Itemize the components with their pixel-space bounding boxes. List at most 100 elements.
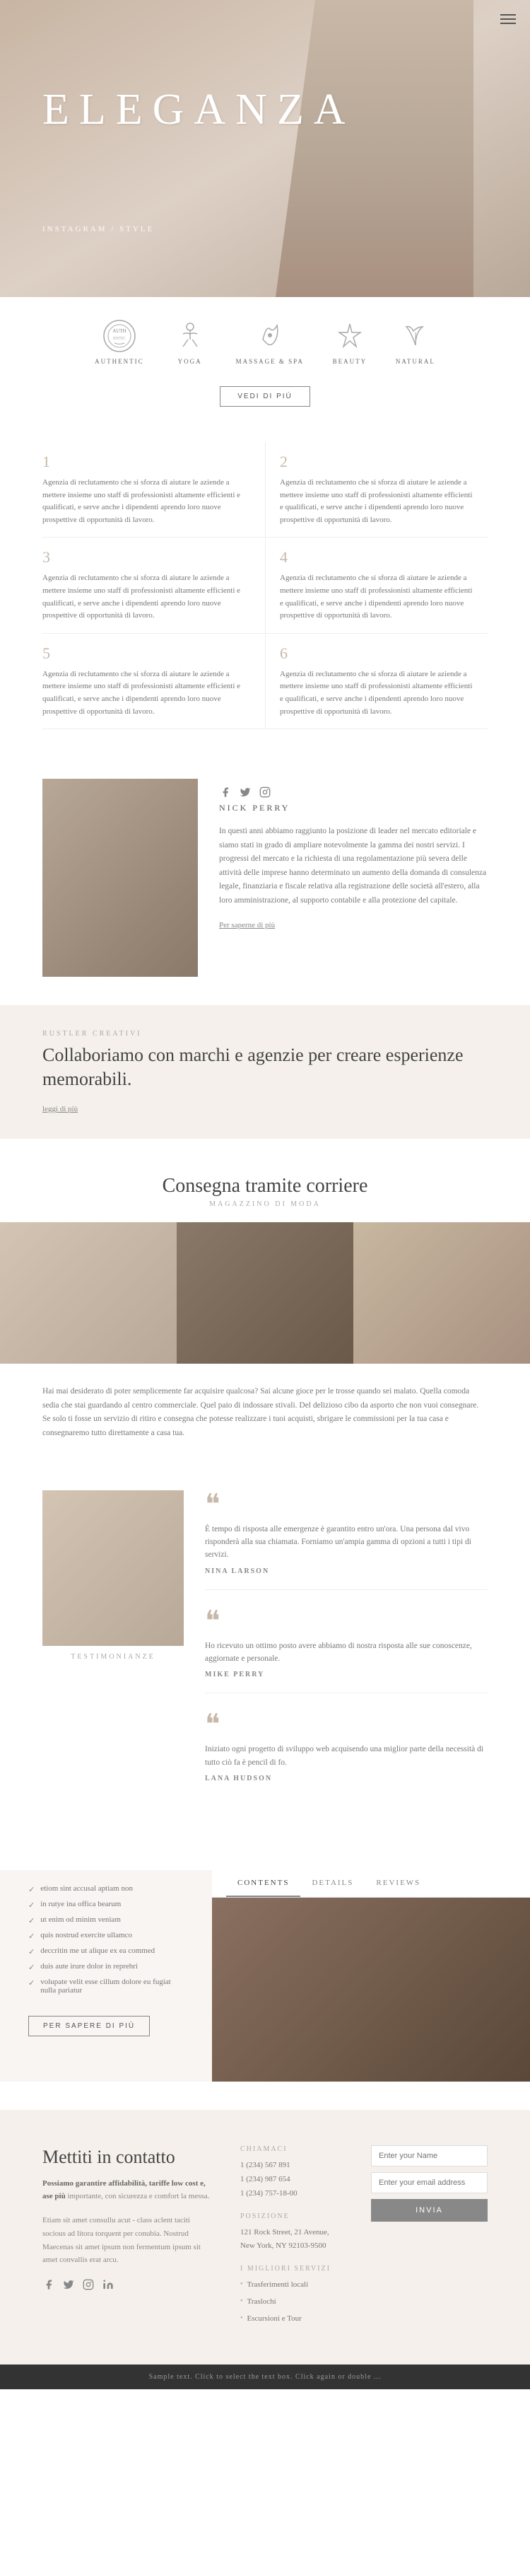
check-item-2: ✓ in rutye ina offica bearum (28, 1900, 184, 1910)
features-section: 1 Agenzia di reclutamento che si sforza … (0, 428, 530, 750)
brand-spa: MASSAGE & SPA (236, 318, 304, 365)
about-name: NICK PERRY (219, 803, 488, 813)
per-sapere-di-piu-button[interactable]: PER SAPERE DI PIÙ (28, 2016, 150, 2036)
quote-mark-2: ❝ (205, 1607, 488, 1635)
feature-2: 2 Agenzia di reclutamento che si sforza … (265, 442, 488, 538)
check-text-3: ut enim od minim veniam (40, 1915, 121, 1924)
brand-authentic-label: AUTHENTIC (95, 358, 144, 365)
cta-section: RUSTLER CREATIVI Collaboriamo con marchi… (0, 1005, 530, 1139)
testimonials-image-col: TESTIMONIANZE (42, 1490, 184, 1814)
check-text-5: deccritin me ut alique ex ea commed (40, 1946, 155, 1955)
feature-4-text: Agenzia di reclutamento che si sforza di… (280, 572, 473, 622)
contact-email-input[interactable] (371, 2172, 488, 2193)
check-item-1: ✓ etiom sint accusal aptiam non (28, 1884, 184, 1894)
contents-section: ✓ etiom sint accusal aptiam non ✓ in rut… (0, 1842, 530, 2110)
servizi-label: I MIGLIORI SERVIZI (240, 2265, 357, 2273)
contact-info-col: CHIAMACI 1 (234) 567 891 1 (234) 987 654… (240, 2145, 357, 2328)
contact-submit-button[interactable]: INVIA (371, 2199, 488, 2222)
spa-icon (252, 318, 288, 354)
twitter-icon[interactable] (239, 786, 252, 799)
brands-button-container: VEDI DI PIÙ (0, 386, 530, 407)
cta-link[interactable]: leggi di più (42, 1105, 78, 1113)
contact-extra-text: Etiam sit amet consullu acut - class acl… (42, 2214, 212, 2267)
authentic-icon: AUTH ENTIC (102, 318, 137, 354)
contact-services-list: • Trasferimenti locali • Traslochi • Esc… (240, 2278, 357, 2326)
testimonial-3-name: LANA HUDSON (205, 1775, 488, 1782)
cta-title: Collaboriamo con marchi e agenzie per cr… (42, 1043, 488, 1091)
feature-6-text: Agenzia di reclutamento che si sforza di… (280, 668, 473, 718)
feature-3: 3 Agenzia di reclutamento che si sforza … (42, 538, 265, 633)
tab-reviews[interactable]: REVIEWS (365, 1870, 432, 1897)
testimonial-1: ❝ È tempo di risposta alle emergenze è g… (205, 1490, 488, 1590)
check-item-6: ✓ duis aute irure dolor in reprehri (28, 1962, 184, 1972)
contact-facebook-icon[interactable] (42, 2278, 55, 2291)
tab-contents[interactable]: CONTENTS (226, 1870, 300, 1897)
contact-desc-rest: importante, con sicurezza e comfort la m… (67, 2192, 209, 2200)
footer: Sample text. Click to select the text bo… (0, 2365, 530, 2389)
contents-left-panel: ✓ etiom sint accusal aptiam non ✓ in rut… (0, 1870, 212, 2082)
check-text-4: quis nostrud exercite ullamco (40, 1931, 132, 1939)
delivery-text-block: Hai mai desiderato di poter semplicement… (0, 1364, 530, 1461)
feature-3-text: Agenzia di reclutamento che si sforza di… (42, 572, 251, 622)
brand-natural: NATURAL (396, 318, 435, 365)
nav-menu[interactable] (500, 14, 516, 24)
hero-title: ELEGANZA (42, 85, 355, 135)
testimonials-section: TESTIMONIANZE ❝ È tempo di risposta alle… (0, 1462, 530, 1843)
svg-text:AUTH: AUTH (112, 328, 126, 334)
check-item-4: ✓ quis nostrud exercite ullamco (28, 1931, 184, 1941)
about-learn-more-link[interactable]: Per saperne di più (219, 921, 275, 929)
contact-linkedin-icon[interactable] (102, 2278, 114, 2291)
hero-subtitle: Instagram / Style (42, 225, 154, 233)
brand-spa-label: MASSAGE & SPA (236, 358, 304, 365)
about-person-image (42, 779, 198, 977)
instagram-icon[interactable] (259, 786, 271, 799)
check-text-1: etiom sint accusal aptiam non (40, 1884, 133, 1893)
delivery-subtitle: MAGAZZINO DI MODA (0, 1200, 530, 1208)
service-dot-3: • (240, 2312, 243, 2325)
delivery-images (0, 1222, 530, 1364)
contact-description: Possiamo garantire affidabilità, tariffe… (42, 2178, 212, 2203)
phone-1: 1 (234) 567 891 (240, 2159, 357, 2173)
feature-1: 1 Agenzia di reclutamento che si sforza … (42, 442, 265, 538)
brand-yoga: YOGA (172, 318, 208, 365)
contact-form: INVIA (371, 2145, 488, 2328)
contact-section: Mettiti in contatto Possiamo garantire a… (0, 2110, 530, 2364)
service-dot-1: • (240, 2278, 243, 2291)
hamburger-icon[interactable] (500, 14, 516, 24)
about-content: NICK PERRY In questi anni abbiamo raggiu… (219, 779, 488, 977)
contents-checklist: ✓ etiom sint accusal aptiam non ✓ in rut… (28, 1884, 184, 1995)
facebook-icon[interactable] (219, 786, 232, 799)
delivery-title: Consegna tramite corriere (0, 1174, 530, 1198)
svg-text:ENTIC: ENTIC (113, 337, 126, 341)
feature-3-num: 3 (42, 548, 251, 567)
check-text-6: duis aute irure dolor in reprehri (40, 1962, 138, 1971)
address-city: New York, NY 92103-9500 (240, 2239, 357, 2253)
contents-image (212, 1898, 530, 2082)
feature-5: 5 Agenzia di reclutamento che si sforza … (42, 634, 265, 729)
contact-twitter-icon[interactable] (62, 2278, 75, 2291)
yoga-icon (172, 318, 208, 354)
testimonials-photo (42, 1490, 184, 1646)
quote-mark-1: ❝ (205, 1490, 488, 1519)
brand-authentic: AUTH ENTIC AUTHENTIC (95, 318, 144, 365)
delivery-section: Consegna tramite corriere MAGAZZINO DI M… (0, 1139, 530, 1462)
feature-2-num: 2 (280, 453, 473, 471)
feature-5-num: 5 (42, 644, 251, 663)
tab-details[interactable]: DETAILS (300, 1870, 365, 1897)
check-item-7: ✓ volupate velit esse cillum dolore eu f… (28, 1978, 184, 1995)
testimonial-3: ❝ Iniziato ogni progetto di sviluppo web… (205, 1710, 488, 1797)
feature-1-num: 1 (42, 453, 251, 471)
chiamaci-label: CHIAMACI (240, 2145, 357, 2153)
vedi-di-piu-button[interactable]: VEDI DI PIÙ (220, 386, 310, 407)
contact-instagram-icon[interactable] (82, 2278, 95, 2291)
brands-list: AUTH ENTIC AUTHENTIC YOGA (0, 297, 530, 386)
contents-right-panel: CONTENTS DETAILS REVIEWS (212, 1870, 530, 2082)
cta-label: RUSTLER CREATIVI (42, 1030, 488, 1038)
brand-beauty-label: BEAUTY (333, 358, 367, 365)
contact-name-input[interactable] (371, 2145, 488, 2166)
feature-1-text: Agenzia di reclutamento che si sforza di… (42, 477, 251, 526)
testimonials-list: ❝ È tempo di risposta alle emergenze è g… (205, 1490, 488, 1814)
contact-social-links (42, 2278, 212, 2291)
address-line: 121 Rock Street, 21 Avenue, (240, 2226, 357, 2240)
brands-section: AUTH ENTIC AUTHENTIC YOGA (0, 297, 530, 407)
